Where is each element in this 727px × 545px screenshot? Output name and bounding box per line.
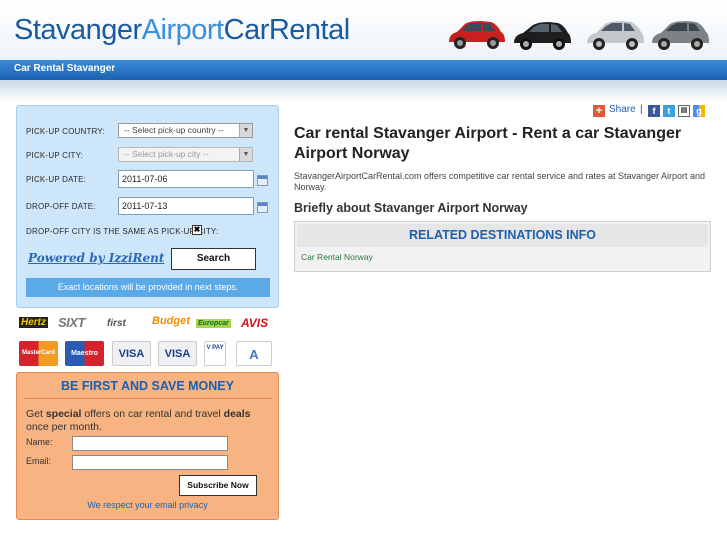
nav-shadow-divider: [0, 80, 727, 102]
pickup-city-label: PICK-UP CITY:: [26, 151, 84, 160]
amex-logo: A: [236, 341, 272, 366]
pickup-city-select[interactable]: -- Select pick-up city -- ▼: [118, 147, 253, 162]
sixt-logo: SIXT: [58, 315, 85, 330]
calendar-icon[interactable]: [257, 175, 268, 186]
newsletter-email-label: Email:: [26, 456, 52, 466]
vpay-logo: V PAY: [204, 341, 226, 366]
newsletter-email-field[interactable]: [72, 455, 228, 470]
pickup-country-label: PICK-UP COUNTRY:: [26, 127, 105, 136]
calendar-icon[interactable]: [257, 202, 268, 213]
dropoff-date-label: DROP-OFF DATE:: [26, 202, 96, 211]
facebook-icon[interactable]: f: [648, 105, 660, 117]
share-link[interactable]: Share: [609, 104, 636, 115]
share-separator: |: [640, 104, 643, 115]
dropoff-date-input[interactable]: 2011-07-13: [118, 197, 254, 215]
top-navigation-bar: Car Rental Stavanger: [0, 60, 727, 80]
chevron-down-icon: ▼: [239, 148, 252, 161]
same-city-checkbox[interactable]: ✖: [192, 225, 202, 235]
newsletter-name-label: Name:: [26, 437, 53, 447]
twitter-icon[interactable]: t: [663, 105, 675, 117]
mastercard-logo: MasterCard: [19, 341, 58, 366]
related-destinations-heading: RELATED DESTINATIONS INFO: [297, 224, 708, 247]
newsletter-divider: [24, 398, 272, 399]
pickup-country-select[interactable]: -- Select pick-up country -- ▼: [118, 123, 253, 138]
site-title-part: Stavanger: [14, 14, 142, 46]
privacy-link[interactable]: We respect your email privacy: [17, 500, 278, 510]
newsletter-description: Get special offers on car rental and tra…: [26, 408, 271, 434]
exact-locations-note: Exact locations will be provided in next…: [26, 278, 270, 297]
europcar-logo: Europcar: [196, 319, 231, 328]
about-heading: Briefly about Stavanger Airport Norway: [294, 201, 528, 215]
red-car-image: [449, 21, 505, 49]
site-title-part: CarRental: [223, 14, 351, 46]
site-header: StavangerAirportCarRental: [0, 0, 727, 60]
search-button[interactable]: Search: [171, 248, 256, 270]
same-city-label: DROP-OFF CITY IS THE SAME AS PICK-UP CIT…: [26, 227, 219, 236]
newsletter-text: once per month.: [26, 421, 102, 433]
first-logo: first: [107, 318, 126, 329]
pickup-country-value: -- Select pick-up country --: [124, 125, 224, 135]
related-destinations-box: RELATED DESTINATIONS INFO Car Rental Nor…: [294, 221, 711, 272]
maestro-logo: Maestro: [65, 341, 104, 366]
subscribe-button[interactable]: Subscribe Now: [179, 475, 257, 496]
visa-electron-logo: VISA: [158, 341, 197, 366]
newsletter-text-bold: special: [45, 408, 82, 420]
page-title: Car rental Stavanger Airport - Rent a ca…: [294, 125, 682, 162]
intro-text: StavangerAirportCarRental.com offers com…: [294, 171, 706, 192]
visa-logo: VISA: [112, 341, 151, 366]
chevron-down-icon: ▼: [239, 124, 252, 137]
silver-car-image: [587, 21, 644, 50]
site-title-part: Airport: [141, 14, 224, 46]
avis-logo: AVIS: [241, 316, 269, 330]
share-plus-icon[interactable]: +: [593, 105, 605, 117]
nav-link-car-rental-stavanger[interactable]: Car Rental Stavanger: [14, 63, 115, 74]
budget-logo: Budget: [152, 315, 190, 327]
newsletter-text: offers on car rental and travel: [81, 408, 224, 420]
newsletter-box: BE FIRST AND SAVE MONEY Get special offe…: [16, 372, 279, 520]
newsletter-title: BE FIRST AND SAVE MONEY: [61, 379, 234, 393]
google-bookmark-icon[interactable]: g: [693, 105, 705, 117]
car-rental-norway-link[interactable]: Car Rental Norway: [301, 252, 373, 262]
grey-car-image: [652, 21, 709, 50]
newsletter-text: Get: [26, 408, 46, 420]
pickup-city-value: -- Select pick-up city --: [124, 149, 209, 159]
newsletter-name-field[interactable]: [72, 436, 228, 451]
newsletter-text-bold: deals: [223, 408, 251, 420]
site-logo-title[interactable]: StavangerAirportCarRental: [14, 14, 350, 47]
black-car-image: [514, 22, 571, 50]
hertz-logo: Hertz: [19, 317, 49, 328]
pickup-date-input[interactable]: 2011-07-06: [118, 170, 254, 188]
powered-by-izzirent-link[interactable]: Powered by IzziRent: [28, 251, 164, 265]
car-search-form: PICK-UP COUNTRY: -- Select pick-up count…: [16, 105, 279, 308]
pickup-date-label: PICK-UP DATE:: [26, 175, 87, 184]
print-icon[interactable]: ▤: [678, 105, 690, 117]
